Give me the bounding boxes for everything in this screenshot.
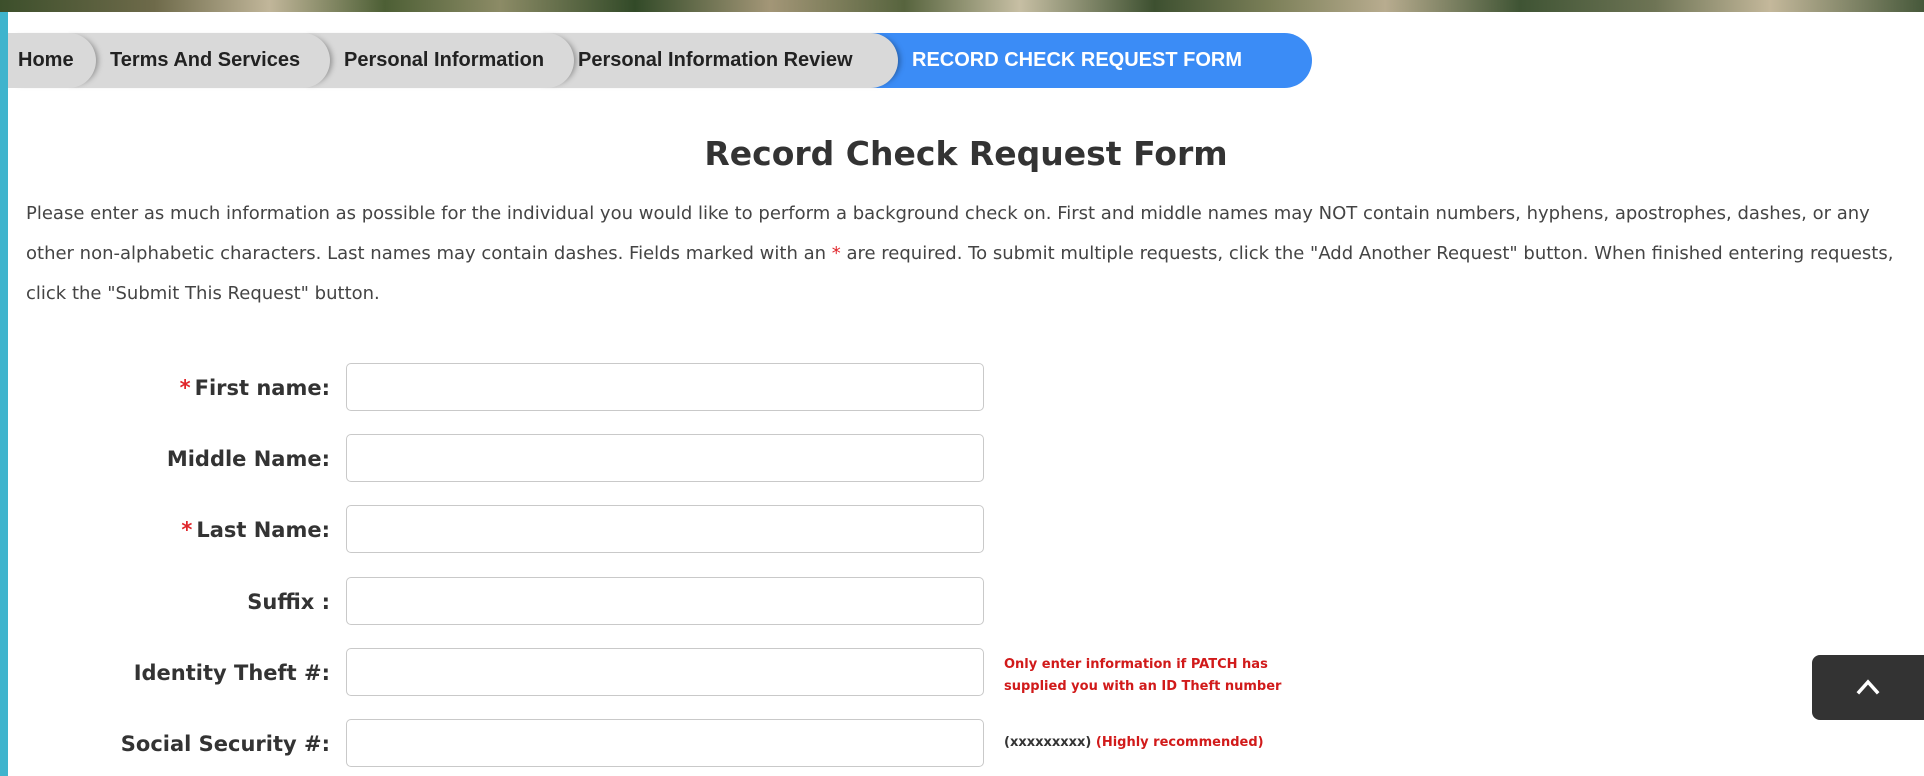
identity-theft-note: Only enter information if PATCH has supp… [1004, 654, 1281, 698]
last-name-label-text: Last Name: [196, 518, 330, 542]
instructions-text: Please enter as much information as poss… [26, 194, 1906, 314]
breadcrumb-label: Terms And Services [110, 49, 301, 71]
required-marker: * [181, 518, 193, 542]
required-marker: * [179, 376, 191, 400]
last-name-row: * Last Name: [0, 505, 1300, 555]
breadcrumb-label: Home [18, 49, 74, 71]
breadcrumb-label: Personal Information [344, 49, 545, 71]
page-title: Record Check Request Form [704, 134, 1228, 174]
middle-name-input[interactable] [346, 434, 984, 482]
ssn-hint: (xxxxxxxxx) (Highly recommended) [1004, 732, 1264, 754]
chevron-up-icon [1856, 679, 1880, 695]
identity-theft-note-line2: supplied you with an ID Theft number [1004, 679, 1282, 694]
middle-name-row: Middle Name: [0, 434, 1300, 484]
scroll-to-top-button[interactable] [1812, 655, 1924, 720]
ssn-recommended-note: (Highly recommended) [1095, 735, 1264, 750]
first-name-row: * First name: [0, 363, 1300, 413]
breadcrumb-item-terms-and-services[interactable]: Terms And Services [60, 33, 330, 88]
breadcrumb-item-personal-information-review[interactable]: Personal Information Review [532, 33, 898, 88]
ssn-format-hint: (xxxxxxxxx) [1004, 735, 1092, 750]
middle-name-label: Middle Name: [166, 447, 330, 471]
suffix-label: Suffix : [247, 590, 330, 614]
breadcrumb-item-personal-information[interactable]: Personal Information [298, 33, 574, 88]
first-name-label-text: First name: [194, 376, 330, 400]
breadcrumb-label: Personal Information Review [578, 49, 853, 71]
last-name-label: * Last Name: [181, 505, 330, 555]
breadcrumb-label: RECORD CHECK REQUEST FORM [912, 49, 1243, 71]
identity-theft-input[interactable] [346, 648, 984, 696]
first-name-input[interactable] [346, 363, 984, 411]
ssn-input[interactable] [346, 719, 984, 767]
identity-theft-label: Identity Theft #: [133, 661, 330, 685]
suffix-input[interactable] [346, 577, 984, 625]
breadcrumb-item-home[interactable]: Home [8, 33, 96, 88]
suffix-row: Suffix : [0, 577, 1300, 627]
ssn-label: Social Security #: [120, 732, 330, 756]
last-name-input[interactable] [346, 505, 984, 553]
breadcrumb-item-record-check-request-form[interactable]: RECORD CHECK REQUEST FORM [866, 33, 1312, 88]
first-name-label: * First name: [180, 363, 330, 413]
required-marker: * [831, 243, 841, 264]
header-photo [0, 0, 1924, 12]
identity-theft-note-line1: Only enter information if PATCH has [1004, 657, 1268, 672]
